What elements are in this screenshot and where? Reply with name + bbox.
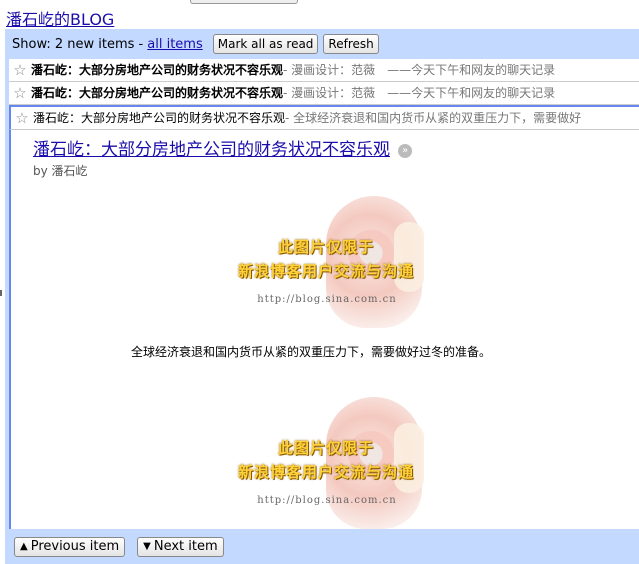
entry-row-3-expanded[interactable]: ☆ 潘石屹：大部分房地产公司的财务状况不容乐观 - 全球经济衰退和国内货币从紧的… bbox=[9, 105, 639, 130]
refresh-button[interactable]: Refresh bbox=[323, 34, 379, 54]
blog-image-2: 此图片仅限于 新浪博客用户交流与沟通 http://blog.sina.com.… bbox=[216, 393, 436, 529]
entries-list: ☆ 潘石屹：大部分房地产公司的财务状况不容乐观 - 漫画设计：范薇 ——今天下午… bbox=[9, 59, 639, 529]
entry-byline: by 潘石屹 bbox=[33, 164, 88, 178]
watermark-line-2: 新浪博客用户交流与沟通 bbox=[237, 463, 414, 481]
expanded-entry-title-link[interactable]: 潘石屹：大部分房地产公司的财务状况不容乐观 bbox=[33, 135, 390, 160]
entry-snippet: - 漫画设计：范薇 ——今天下午和网友的聊天记录 bbox=[283, 86, 556, 100]
star-outline-icon[interactable]: ☆ bbox=[11, 107, 33, 129]
reader-viewer: Show: 2 new items - all items Mark all a… bbox=[5, 29, 639, 564]
navigation-bar: ▲ Previous item ▼ Next item bbox=[5, 529, 639, 564]
previous-item-button[interactable]: ▲ Previous item bbox=[14, 536, 126, 557]
mark-all-read-button[interactable]: Mark all as read bbox=[212, 34, 319, 54]
mascot-ear bbox=[394, 423, 424, 493]
watermark-url: http://blog.sina.com.cn bbox=[257, 294, 397, 305]
show-count-label: Show: 2 new items - bbox=[12, 36, 144, 52]
entry-snippet: - 漫画设计：范薇 ——今天下午和网友的聊天记录 bbox=[283, 63, 556, 77]
feed-title-link[interactable]: 潘石屹的BLOG bbox=[6, 6, 114, 30]
triangle-down-icon: ▼ bbox=[143, 541, 151, 552]
watermark-line-1: 此图片仅限于 bbox=[277, 238, 374, 256]
entry-title: 潘石屹：大部分房地产公司的财务状况不容乐观 bbox=[33, 111, 286, 125]
star-outline-icon[interactable]: ☆ bbox=[9, 82, 31, 104]
star-outline-icon[interactable]: ☆ bbox=[9, 59, 31, 81]
entry-title: 潘石屹：大部分房地产公司的财务状况不容乐观 bbox=[31, 86, 284, 100]
top-button-edge bbox=[190, 0, 298, 4]
triangle-up-icon: ▲ bbox=[20, 541, 28, 552]
entry-row-1[interactable]: ☆ 潘石屹：大部分房地产公司的财务状况不容乐观 - 漫画设计：范薇 ——今天下午… bbox=[9, 59, 639, 82]
next-item-button[interactable]: ▼ Next item bbox=[137, 536, 224, 557]
open-arrow-icon[interactable]: » bbox=[398, 144, 413, 158]
all-items-link[interactable]: all items bbox=[147, 37, 202, 52]
expanded-entry-body: 潘石屹：大部分房地产公司的财务状况不容乐观 » by 潘石屹 此图片仅限于 新浪… bbox=[9, 130, 639, 529]
watermark-url: http://blog.sina.com.cn bbox=[257, 495, 397, 506]
entry-snippet: - 全球经济衰退和国内货币从紧的双重压力下，需要做好 bbox=[285, 111, 582, 125]
mascot-ear bbox=[394, 222, 424, 292]
scroll-marker bbox=[0, 290, 2, 296]
next-item-label: Next item bbox=[153, 539, 218, 554]
watermark-line-1: 此图片仅限于 bbox=[277, 439, 374, 457]
entry-row-2[interactable]: ☆ 潘石屹：大部分房地产公司的财务状况不容乐观 - 漫画设计：范薇 ——今天下午… bbox=[9, 82, 639, 105]
viewer-toolbar: Show: 2 new items - all items Mark all a… bbox=[5, 29, 639, 59]
entry-title: 潘石屹：大部分房地产公司的财务状况不容乐观 bbox=[31, 63, 284, 77]
watermark-line-2: 新浪博客用户交流与沟通 bbox=[237, 262, 414, 280]
previous-item-label: Previous item bbox=[30, 539, 120, 554]
entry-paragraph: 全球经济衰退和国内货币从紧的双重压力下，需要做好过冬的准备。 bbox=[130, 345, 491, 359]
blog-image-1: 此图片仅限于 新浪博客用户交流与沟通 http://blog.sina.com.… bbox=[216, 192, 436, 332]
